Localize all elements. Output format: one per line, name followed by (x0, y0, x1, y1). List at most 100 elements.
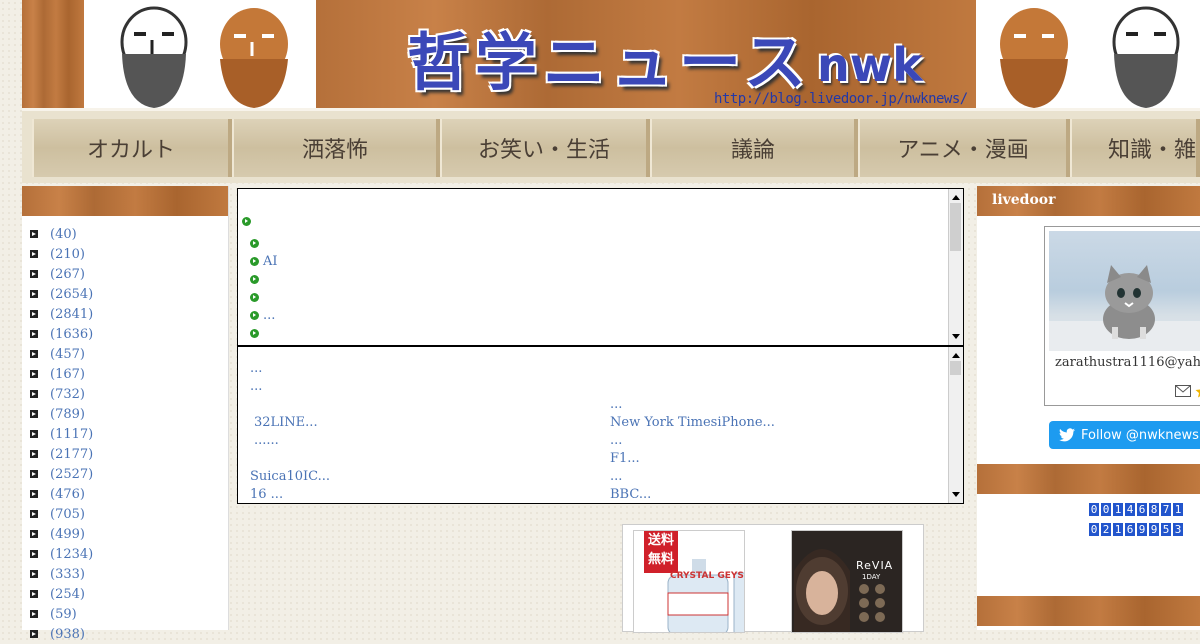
tab-occult[interactable]: オカルト (32, 119, 232, 177)
category-item[interactable]: (789) (30, 404, 93, 424)
bullet-arrow-icon (30, 350, 38, 358)
rss-item[interactable]: AI (250, 253, 278, 269)
category-count[interactable]: (2527) (50, 467, 93, 482)
category-item[interactable]: (1636) (30, 324, 93, 344)
bullet-arrow-icon (30, 510, 38, 518)
category-count[interactable]: (457) (50, 347, 85, 362)
site-header: 哲学ニュース nwk http://blog.livedoor.jp/nwkne… (22, 0, 1200, 108)
category-count[interactable]: (2654) (50, 287, 93, 302)
site-title[interactable]: 哲学ニュース (407, 12, 812, 102)
category-item[interactable]: (2527) (30, 464, 93, 484)
rss-item[interactable] (250, 289, 263, 305)
links-scrollbar[interactable] (948, 347, 963, 503)
category-count[interactable]: (499) (50, 527, 85, 542)
follow-label: Follow @nwknews (1081, 427, 1199, 443)
category-count[interactable]: (2841) (50, 307, 93, 322)
rss-scrollbar[interactable] (948, 189, 963, 345)
article-link[interactable]: ... (610, 397, 622, 412)
tab-anime-manga[interactable]: アニメ・漫画 (858, 119, 1070, 177)
category-item[interactable]: (267) (30, 264, 93, 284)
category-item[interactable]: (476) (30, 484, 93, 504)
category-item[interactable]: (2177) (30, 444, 93, 464)
article-link[interactable]: ... (250, 361, 262, 376)
right-sidebar: livedoor zarathustra1116@yahoo.co (977, 186, 1200, 630)
twitter-follow-button[interactable]: Follow @nwknews (1049, 421, 1200, 449)
article-link[interactable]: Suica10IC... (250, 469, 330, 484)
category-count[interactable]: (1636) (50, 327, 93, 342)
category-item[interactable]: (1117) (30, 424, 93, 444)
rss-item-title[interactable]: AI (263, 254, 278, 269)
category-count[interactable]: (167) (50, 367, 85, 382)
category-item[interactable]: (938) (30, 624, 93, 644)
article-link[interactable]: BBC... (610, 487, 651, 502)
article-link[interactable]: 16 ... (250, 487, 283, 502)
category-count[interactable]: (1117) (50, 427, 93, 442)
rss-item[interactable]: ... (250, 307, 275, 323)
category-item[interactable]: (59) (30, 604, 93, 624)
lens-brand: ReVIA (856, 559, 894, 572)
links-box[interactable]: ...... 32LINE......... Suica10IC... 16 ... … (237, 346, 964, 504)
scroll-thumb[interactable] (950, 203, 961, 251)
category-item[interactable]: (210) (30, 244, 93, 264)
category-count[interactable]: (2177) (50, 447, 93, 462)
counter-digit: 3 (1173, 523, 1183, 536)
article-link[interactable]: ... (610, 469, 622, 484)
article-link[interactable]: ...... (254, 433, 279, 448)
category-count[interactable]: (938) (50, 627, 85, 642)
rss-box[interactable]: AI... (237, 188, 964, 346)
category-count[interactable]: (210) (50, 247, 85, 262)
article-link[interactable]: F1... (610, 451, 640, 466)
category-count[interactable]: (789) (50, 407, 85, 422)
category-item[interactable]: (333) (30, 564, 93, 584)
category-item[interactable]: (1234) (30, 544, 93, 564)
category-count[interactable]: (705) (50, 507, 85, 522)
category-item[interactable]: (457) (30, 344, 93, 364)
ad-lens[interactable]: ReVIA 1DAY (791, 530, 903, 633)
category-count[interactable]: (59) (50, 607, 77, 622)
counter-digit: 0 (1101, 503, 1111, 516)
category-item[interactable]: (705) (30, 504, 93, 524)
article-link[interactable]: New York TimesiPhone... (610, 415, 775, 430)
tab-sharekowa[interactable]: 洒落怖 (232, 119, 440, 177)
category-item[interactable]: (732) (30, 384, 93, 404)
category-item[interactable]: (499) (30, 524, 93, 544)
scroll-down-icon[interactable] (952, 334, 960, 339)
rss-item[interactable] (250, 325, 263, 341)
profile-photo[interactable] (1049, 231, 1200, 351)
category-item[interactable]: (254) (30, 584, 93, 604)
category-count[interactable]: (254) (50, 587, 85, 602)
star-icon[interactable] (1195, 384, 1200, 398)
tab-discussion[interactable]: 議論 (650, 119, 858, 177)
scroll-thumb[interactable] (950, 361, 961, 375)
site-url[interactable]: http://blog.livedoor.jp/nwknews/ (714, 91, 968, 107)
category-count[interactable]: (40) (50, 227, 77, 242)
rss-item[interactable] (250, 271, 263, 287)
bullet-arrow-icon (30, 230, 38, 238)
category-count[interactable]: (1234) (50, 547, 93, 562)
twitter-bird-icon (1059, 428, 1075, 442)
site-subtitle[interactable]: nwk (817, 38, 923, 92)
tab-knowledge[interactable]: 知識・雑 (1070, 119, 1200, 177)
rss-item[interactable] (250, 235, 263, 251)
category-count[interactable]: (267) (50, 267, 85, 282)
bullet-arrow-icon (30, 250, 38, 258)
category-item[interactable]: (2841) (30, 304, 93, 324)
category-count[interactable]: (732) (50, 387, 85, 402)
scroll-up-icon[interactable] (952, 195, 960, 200)
counter-digit: 6 (1137, 503, 1147, 516)
article-link[interactable]: ... (250, 379, 262, 394)
category-item[interactable]: (167) (30, 364, 93, 384)
category-item[interactable]: (40) (30, 224, 93, 244)
mail-icon[interactable] (1175, 385, 1191, 397)
article-link[interactable]: 32LINE... (254, 415, 318, 430)
scroll-down-icon[interactable] (952, 492, 960, 497)
article-link[interactable]: ... (610, 433, 622, 448)
category-count[interactable]: (333) (50, 567, 85, 582)
scroll-up-icon[interactable] (952, 353, 960, 358)
ad-water[interactable]: 送料 無料 CRYSTAL GEYSER (633, 530, 745, 633)
rss-item-title[interactable]: ... (263, 308, 275, 323)
category-item[interactable]: (2654) (30, 284, 93, 304)
tab-comedy-life[interactable]: お笑い・生活 (440, 119, 650, 177)
category-count[interactable]: (476) (50, 487, 85, 502)
profile-email[interactable]: zarathustra1116@yahoo.co (1055, 355, 1200, 370)
